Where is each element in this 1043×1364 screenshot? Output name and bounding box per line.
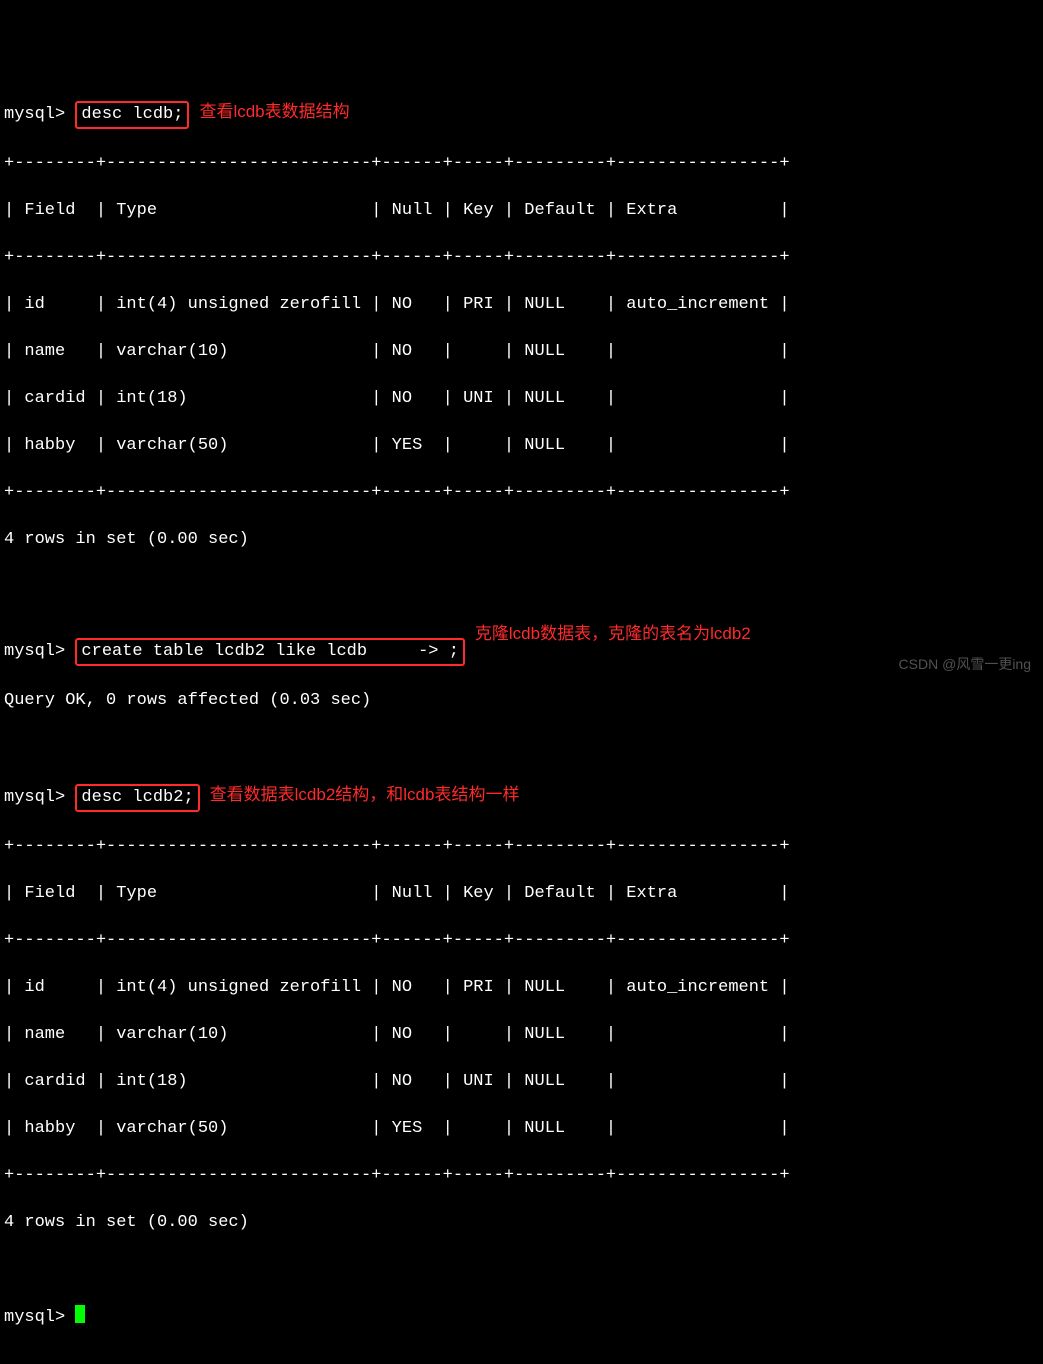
continuation-prompt: -> bbox=[377, 642, 438, 661]
table-row: | habby | varchar(50) | YES | | NULL | | bbox=[4, 434, 1039, 458]
prompt-line-2: mysql> create table lcdb2 like lcdb -> ;… bbox=[4, 622, 1039, 666]
table-row: | name | varchar(10) | NO | | NULL | | bbox=[4, 1023, 1039, 1047]
table-border: +--------+--------------------------+---… bbox=[4, 929, 1039, 953]
highlight-box-cmd2: create table lcdb2 like lcdb -> ; bbox=[75, 638, 464, 666]
query-ok: Query OK, 0 rows affected (0.03 sec) bbox=[4, 689, 1039, 713]
mysql-prompt: mysql> bbox=[4, 788, 65, 807]
cmd-create-table: create table lcdb2 like lcdb bbox=[81, 642, 367, 661]
annotation-2: 克隆lcdb数据表，克隆的表名为lcdb2 bbox=[475, 622, 751, 646]
table-border: +--------+--------------------------+---… bbox=[4, 835, 1039, 859]
prompt-line-4[interactable]: mysql> bbox=[4, 1305, 1039, 1330]
prompt-line-3: mysql> desc lcdb2; 查看数据表lcdb2结构，和lcdb表结构一… bbox=[4, 783, 1039, 812]
highlight-box-cmd3: desc lcdb2; bbox=[75, 784, 199, 812]
annotation-3: 查看数据表lcdb2结构，和lcdb表结构一样 bbox=[210, 783, 520, 807]
mysql-prompt: mysql> bbox=[4, 105, 65, 124]
rows-summary: 4 rows in set (0.00 sec) bbox=[4, 1211, 1039, 1235]
table-row: | id | int(4) unsigned zerofill | NO | P… bbox=[4, 976, 1039, 1000]
cmd-desc-lcdb: desc lcdb; bbox=[81, 105, 183, 124]
table-header: | Field | Type | Null | Key | Default | … bbox=[4, 882, 1039, 906]
table-row: | cardid | int(18) | NO | UNI | NULL | | bbox=[4, 387, 1039, 411]
watermark: CSDN @风雪一更ing bbox=[899, 653, 1031, 677]
table-row: | habby | varchar(50) | YES | | NULL | | bbox=[4, 1117, 1039, 1141]
cmd-create-table-end: ; bbox=[449, 642, 459, 661]
table-border: +--------+--------------------------+---… bbox=[4, 1164, 1039, 1188]
prompt-line-1: mysql> desc lcdb; 查看lcdb表数据结构 bbox=[4, 100, 1039, 129]
table-row: | name | varchar(10) | NO | | NULL | | bbox=[4, 340, 1039, 364]
annotation-1: 查看lcdb表数据结构 bbox=[199, 100, 349, 124]
cmd-desc-lcdb2: desc lcdb2; bbox=[81, 788, 193, 807]
mysql-prompt: mysql> bbox=[4, 642, 65, 661]
cursor-icon bbox=[75, 1305, 85, 1323]
table-header: | Field | Type | Null | Key | Default | … bbox=[4, 199, 1039, 223]
mysql-prompt: mysql> bbox=[4, 1308, 65, 1327]
table-row: | id | int(4) unsigned zerofill | NO | P… bbox=[4, 293, 1039, 317]
table-border: +--------+--------------------------+---… bbox=[4, 152, 1039, 176]
highlight-box-cmd1: desc lcdb; bbox=[75, 101, 189, 129]
table-border: +--------+--------------------------+---… bbox=[4, 481, 1039, 505]
table-border: +--------+--------------------------+---… bbox=[4, 246, 1039, 270]
table-row: | cardid | int(18) | NO | UNI | NULL | | bbox=[4, 1070, 1039, 1094]
rows-summary: 4 rows in set (0.00 sec) bbox=[4, 528, 1039, 552]
